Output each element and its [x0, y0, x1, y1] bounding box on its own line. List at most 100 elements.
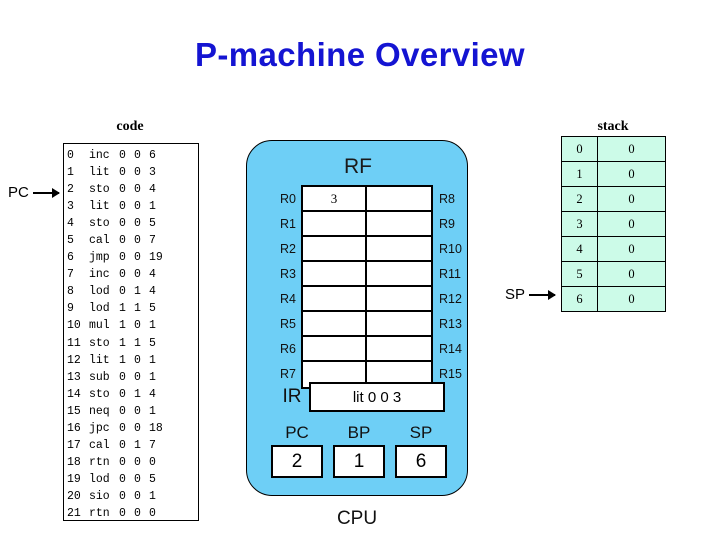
register-value-cell [367, 237, 431, 262]
register-label-right: R12 [439, 292, 462, 306]
code-cell-l: 0 [119, 166, 126, 180]
code-cell-m: 0 [134, 370, 141, 384]
code-row: 8 lod 0 1 4 [64, 283, 198, 300]
stack-value-cell: 0 [597, 186, 666, 212]
code-cell-l: 0 [119, 149, 126, 162]
register-file-title: RF [344, 155, 372, 178]
register-value-cell [303, 212, 367, 237]
code-cell-l: 1 [119, 353, 126, 367]
code-cell-op: sio [89, 489, 110, 503]
register-label-left: R2 [280, 242, 296, 256]
pointer-register-label: BP [347, 423, 371, 442]
code-cell-l: 0 [119, 421, 126, 435]
register-value-cell: 3 [303, 187, 367, 212]
code-cell-op: jmp [89, 251, 110, 265]
code-cell-m: 1 [134, 438, 141, 452]
cpu-caption: CPU [336, 508, 378, 529]
code-row: 20 sio 0 0 1 [64, 488, 198, 505]
code-cell-n: 4 [149, 183, 156, 197]
code-cell-index: 5 [67, 234, 74, 248]
stack-index-cell: 3 [560, 211, 599, 237]
register-file-grid: R0 3 R8 R1 R9 R2 R10 R3 R11 R4 R12 R5 R13 R6 R14 R7 R15 [280, 185, 462, 389]
code-cell-index: 12 [67, 353, 81, 367]
code-cell-n: 3 [149, 166, 156, 180]
code-cell-op: lod [89, 472, 110, 486]
register-row: R3 R11 [280, 262, 461, 287]
code-cell-index: 13 [67, 370, 81, 384]
pc-code-pointer: PC [8, 184, 60, 201]
code-cell-index: 2 [67, 183, 74, 197]
code-cell-m: 1 [134, 387, 141, 401]
code-cell-op: sto [89, 183, 110, 197]
code-cell-l: 0 [119, 438, 126, 452]
stack-value-cell: 0 [597, 211, 666, 237]
code-cell-op: mul [89, 319, 110, 333]
code-cell-l: 0 [119, 183, 126, 197]
code-cell-index: 3 [67, 200, 74, 214]
register-value-cell [303, 262, 367, 287]
pointer-register-value: 1 [333, 445, 385, 478]
code-cell-n: 1 [149, 370, 156, 384]
sp-pointer-label: SP [505, 286, 526, 303]
stack-index-cell: 0 [560, 136, 599, 162]
stack-index-cell: 1 [560, 161, 599, 187]
register-value-cell [367, 212, 431, 237]
code-row: 19 lod 0 0 5 [64, 471, 198, 488]
code-row: 18 rtn 0 0 0 [64, 454, 198, 471]
code-memory-box: 0 inc 0 0 6 1 lit 0 0 3 2 sto 0 0 4 3 lit 0 0 1 4 sto 0 0 5 5 cal 0… [63, 143, 199, 521]
code-row: 10 mul 1 0 1 [64, 317, 198, 334]
code-cell-m: 0 [134, 234, 141, 248]
code-cell-l: 0 [119, 506, 126, 520]
code-cell-op: lod [89, 302, 110, 316]
pointer-registers-row: PC 2 BP 1 SP 6 [271, 423, 447, 478]
code-cell-index: 9 [67, 302, 74, 316]
page-title: P-machine Overview [194, 36, 525, 73]
stack-index-cell: 5 [560, 261, 599, 287]
pointer-register: PC 2 [271, 423, 323, 478]
code-cell-index: 15 [67, 404, 81, 418]
code-cell-m: 0 [134, 404, 141, 418]
code-cell-n: 7 [149, 438, 156, 452]
code-cell-n: 5 [149, 217, 156, 231]
stack-index-cell: 6 [560, 286, 599, 312]
code-cell-op: sto [89, 387, 110, 401]
stack-value-cell: 0 [597, 136, 666, 162]
code-cell-l: 0 [119, 387, 126, 401]
ir-value-box: lit 0 0 3 [309, 382, 445, 412]
register-value-cell [367, 312, 431, 337]
code-cell-l: 0 [119, 489, 126, 503]
code-row: 4 sto 0 0 5 [64, 215, 198, 232]
code-cell-index: 0 [67, 149, 74, 162]
stack-row: 40 [560, 236, 666, 262]
code-row: 9 lod 1 1 5 [64, 300, 198, 317]
stack-value-cell: 0 [597, 286, 666, 312]
code-cell-n: 5 [149, 336, 156, 350]
code-cell-m: 0 [134, 183, 141, 197]
register-row: R1 R9 [280, 212, 455, 237]
code-row: 7 inc 0 0 4 [64, 266, 198, 283]
register-label-left: R4 [280, 292, 296, 306]
code-cell-op: inc [89, 268, 110, 282]
code-cell-n: 4 [149, 285, 156, 299]
stack-row: 60 [560, 286, 666, 312]
code-row: 6 jmp 0 0 19 [64, 249, 198, 266]
code-cell-op: neq [89, 404, 110, 418]
register-value-cell [367, 187, 431, 212]
code-cell-l: 0 [119, 234, 126, 248]
code-row: 21 rtn 0 0 0 [64, 505, 198, 522]
code-cell-n: 1 [149, 353, 156, 367]
code-row: 2 sto 0 0 4 [64, 181, 198, 198]
code-cell-m: 1 [134, 285, 141, 299]
stack-table: 00102030405060 [560, 136, 666, 312]
cpu-panel: RF R0 3 R8 R1 R9 R2 R10 R3 R11 R4 R12 R5 R13 R6 R14 R7 R… [246, 140, 468, 496]
code-cell-n: 5 [149, 472, 156, 486]
register-value-cell [303, 337, 367, 362]
code-cell-index: 18 [67, 455, 81, 469]
code-cell-index: 19 [67, 472, 81, 486]
pointer-register: SP 6 [395, 423, 447, 478]
code-cell-op: lod [89, 285, 110, 299]
code-cell-m: 0 [134, 251, 141, 265]
code-cell-m: 1 [134, 302, 141, 316]
arrow-right-icon [32, 187, 60, 198]
register-value-cell [303, 237, 367, 262]
